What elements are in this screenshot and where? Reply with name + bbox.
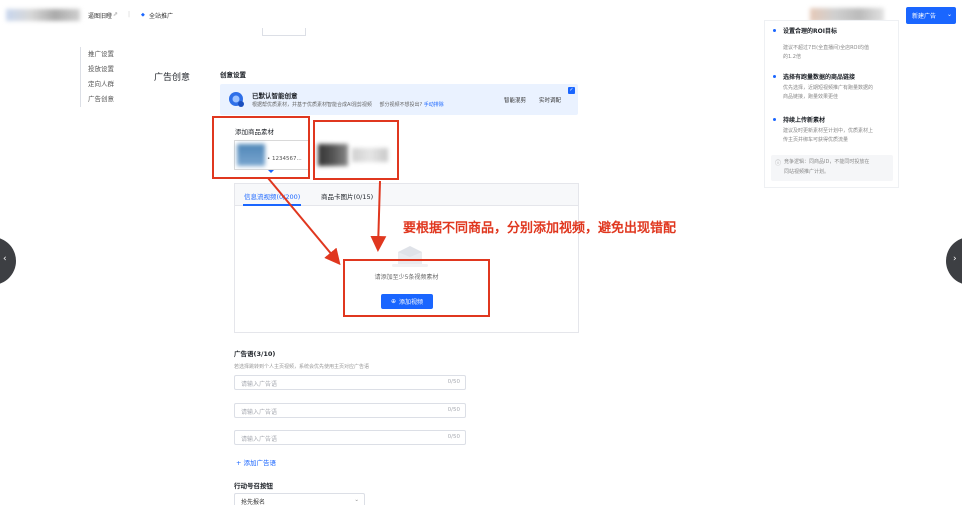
info-icon: ⓘ (775, 160, 782, 167)
chevron-down-icon: ⌄ (354, 497, 359, 503)
ad-copy-counter: 0/50 (447, 379, 460, 385)
ad-copy-input-3[interactable]: 请输入广告语 0/50 (234, 430, 466, 445)
tip-title: 选择有跑量数据的商品链接 (783, 74, 856, 81)
tip-desc-line: 优先选择，近期短视频推广有跑量数据的 (783, 85, 874, 91)
ad-copy-placeholder: 请输入广告语 (241, 381, 278, 388)
tip-desc-line: 传主页并绑车可获得优质流量 (783, 137, 849, 143)
cta-select-value: 抢先报名 (241, 499, 266, 505)
arrow-product-1 (267, 177, 341, 266)
tip-title: 持续上传新素材 (783, 117, 826, 124)
ad-copy-input-2[interactable]: 请输入广告语 0/50 (234, 403, 466, 418)
ad-copy-title: 广告语(3/10) (234, 350, 276, 358)
tips-panel: 设置合理的ROI目标 建议不超过7日(全直播间)全店ROI均值 的1.2倍 选择… (764, 20, 899, 188)
bullet-dot-icon (773, 118, 776, 121)
ad-copy-counter: 0/50 (447, 434, 460, 440)
ad-copy-placeholder: 请输入广告语 (241, 436, 278, 443)
add-ad-copy-link[interactable]: + 添加广告语 (236, 457, 276, 467)
tip-footnote-line: 竞争逻辑：同商品ID，不能同时投放在 (784, 159, 870, 165)
arrow-product-2 (370, 180, 387, 252)
ad-copy-hint: 若选择跳转到个人主页视频，系统会优先使用主页对应广告语 (234, 364, 370, 370)
ad-copy-counter: 0/50 (447, 407, 460, 413)
ad-copy-input-1[interactable]: 请输入广告语 0/50 (234, 375, 466, 390)
tip-title: 设置合理的ROI目标 (783, 28, 837, 35)
tip-footnote: ⓘ 竞争逻辑：同商品ID，不能同时投放在 同站视频推广计划。 (771, 155, 893, 181)
annotation-text: 要根据不同商品，分别添加视频，避免出现错配 (403, 221, 677, 236)
tip-desc-line: 建议不超过7日(全直播间)全店ROI均值 (783, 45, 869, 51)
tip-desc-line: 商品链接，跑量效果更佳 (783, 94, 839, 100)
ad-copy-placeholder: 请输入广告语 (241, 409, 278, 416)
cta-title: 行动号召按钮 (234, 482, 273, 490)
cta-select[interactable]: 抢先报名 ⌄ (234, 493, 365, 505)
tip-desc-line: 建议及时更新素材至计划中，优质素材上 (783, 128, 874, 134)
chevron-right-icon: › (953, 254, 957, 264)
chevron-left-icon: ‹ (3, 254, 7, 264)
tip-footnote-line: 同站视频推广计划。 (784, 169, 830, 175)
tip-desc-line: 的1.2倍 (783, 54, 801, 60)
bullet-dot-icon (773, 75, 776, 78)
bullet-dot-icon (773, 29, 776, 32)
